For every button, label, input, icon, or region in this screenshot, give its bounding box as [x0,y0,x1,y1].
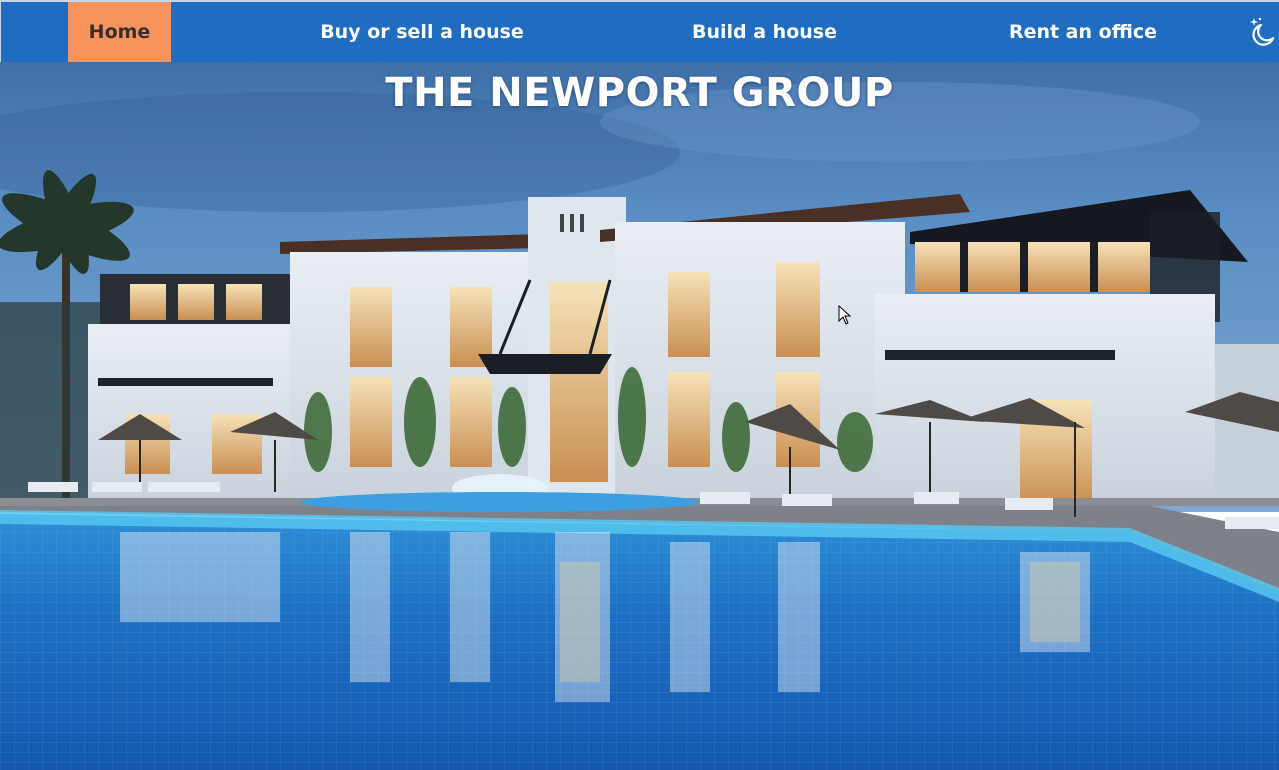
moon-stars-icon [1250,17,1275,46]
hero-title: THE NEWPORT GROUP [385,70,894,116]
villa-pool-hero-image [0,62,1279,770]
nav-item-buy-or-sell[interactable]: Buy or sell a house [301,2,543,62]
page: Home Buy or sell a house Build a house R… [0,0,1279,770]
hero-section: THE NEWPORT GROUP [0,62,1279,770]
nav-item-home[interactable]: Home [68,2,171,62]
theme-toggle-button[interactable] [1248,16,1276,46]
mouse-cursor-icon [838,305,852,325]
nav-item-build-a-house[interactable]: Build a house [671,2,858,62]
top-navbar: Home Buy or sell a house Build a house R… [0,0,1279,62]
nav-item-rent-an-office[interactable]: Rent an office [991,2,1175,62]
